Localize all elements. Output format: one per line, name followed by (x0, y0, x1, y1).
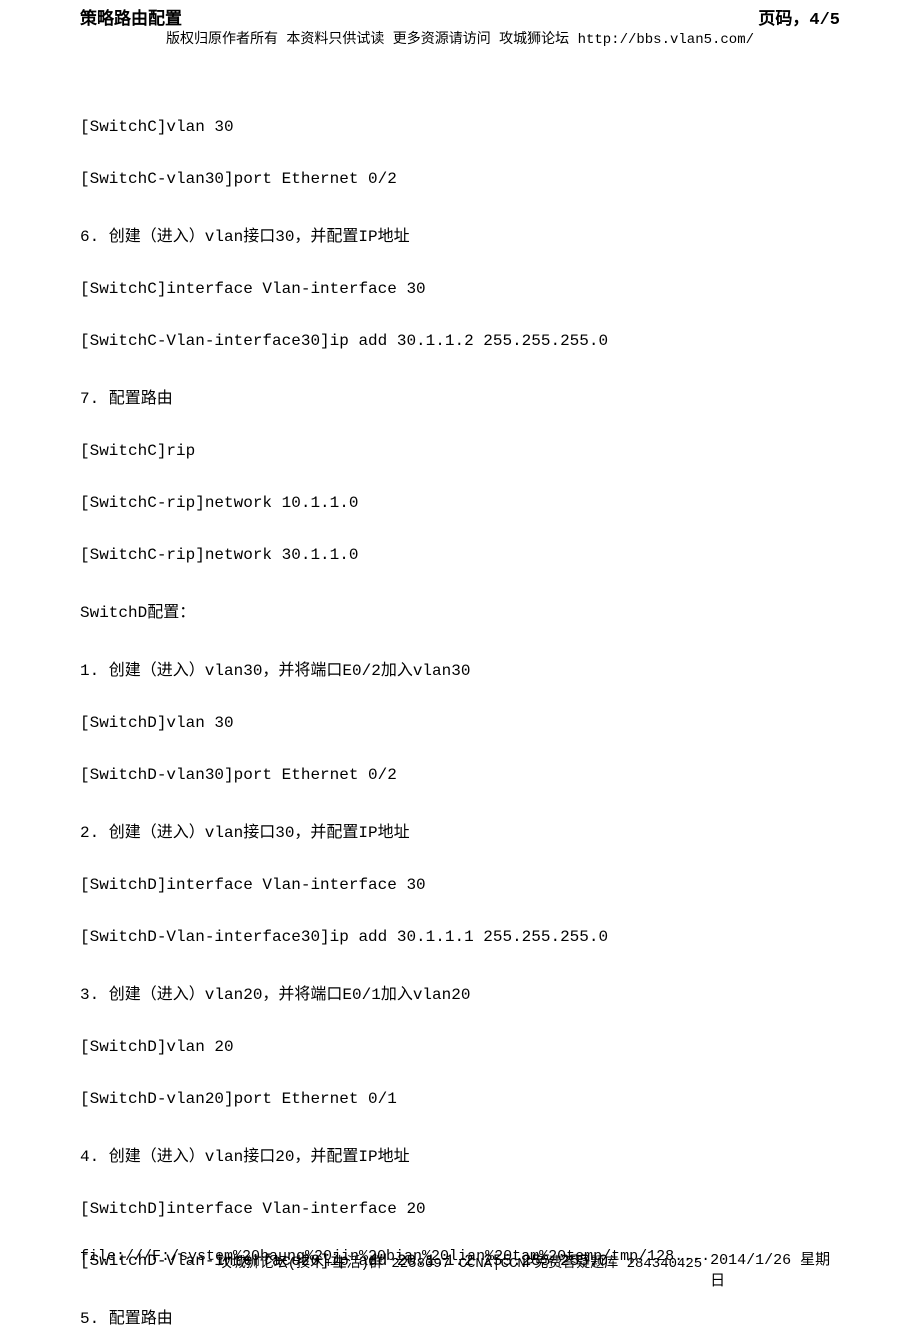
code-line: [SwitchD-Vlan-interface30]ip add 30.1.1.… (80, 928, 840, 946)
code-line: 5. 配置路由 (80, 1304, 840, 1328)
code-line: 1. 创建（进入）vlan30，并将端口E0/2加入vlan30 (80, 656, 840, 680)
page-header: 策略路由配置 页码，4/5 (0, 0, 920, 30)
print-date: 2014/1/26 星期日 (710, 1248, 840, 1290)
document-body: [SwitchC]vlan 30 [SwitchC-vlan30]port Et… (0, 48, 920, 1328)
code-line: [SwitchC-rip]network 30.1.1.0 (80, 546, 840, 564)
file-path: file:///F:/system%20haung%20jin%20bian%2… (80, 1248, 710, 1290)
code-line: [SwitchD-vlan30]port Ethernet 0/2 (80, 766, 840, 784)
code-line: [SwitchC]rip (80, 442, 840, 460)
code-line: 4. 创建（进入）vlan接口20，并配置IP地址 (80, 1142, 840, 1166)
code-line: [SwitchC-vlan30]port Ethernet 0/2 (80, 170, 840, 188)
code-line: [SwitchC]vlan 30 (80, 118, 840, 136)
footer-path-row: file:///F:/system%20haung%20jin%20bian%2… (0, 1248, 920, 1290)
code-line: [SwitchC-rip]network 10.1.1.0 (80, 494, 840, 512)
copyright-notice: 版权归原作者所有 本资料只供试读 更多资源请访问 攻城狮论坛 http://bb… (0, 28, 920, 48)
document-title: 策略路由配置 (80, 4, 182, 30)
code-line: 6. 创建（进入）vlan接口30，并配置IP地址 (80, 222, 840, 246)
code-line: [SwitchD]vlan 20 (80, 1038, 840, 1056)
code-line: [SwitchD]interface Vlan-interface 30 (80, 876, 840, 894)
code-line: 3. 创建（进入）vlan20，并将端口E0/1加入vlan20 (80, 980, 840, 1004)
code-line: 7. 配置路由 (80, 384, 840, 408)
page-number: 页码，4/5 (758, 4, 840, 30)
code-line: [SwitchC]interface Vlan-interface 30 (80, 280, 840, 298)
code-line: [SwitchD]vlan 30 (80, 714, 840, 732)
code-line: [SwitchC-Vlan-interface30]ip add 30.1.1.… (80, 332, 840, 350)
code-line: [SwitchD]interface Vlan-interface 20 (80, 1200, 840, 1218)
code-line: SwitchD配置： (80, 598, 840, 622)
code-line: [SwitchD-vlan20]port Ethernet 0/1 (80, 1090, 840, 1108)
code-line: 2. 创建（进入）vlan接口30，并配置IP地址 (80, 818, 840, 842)
